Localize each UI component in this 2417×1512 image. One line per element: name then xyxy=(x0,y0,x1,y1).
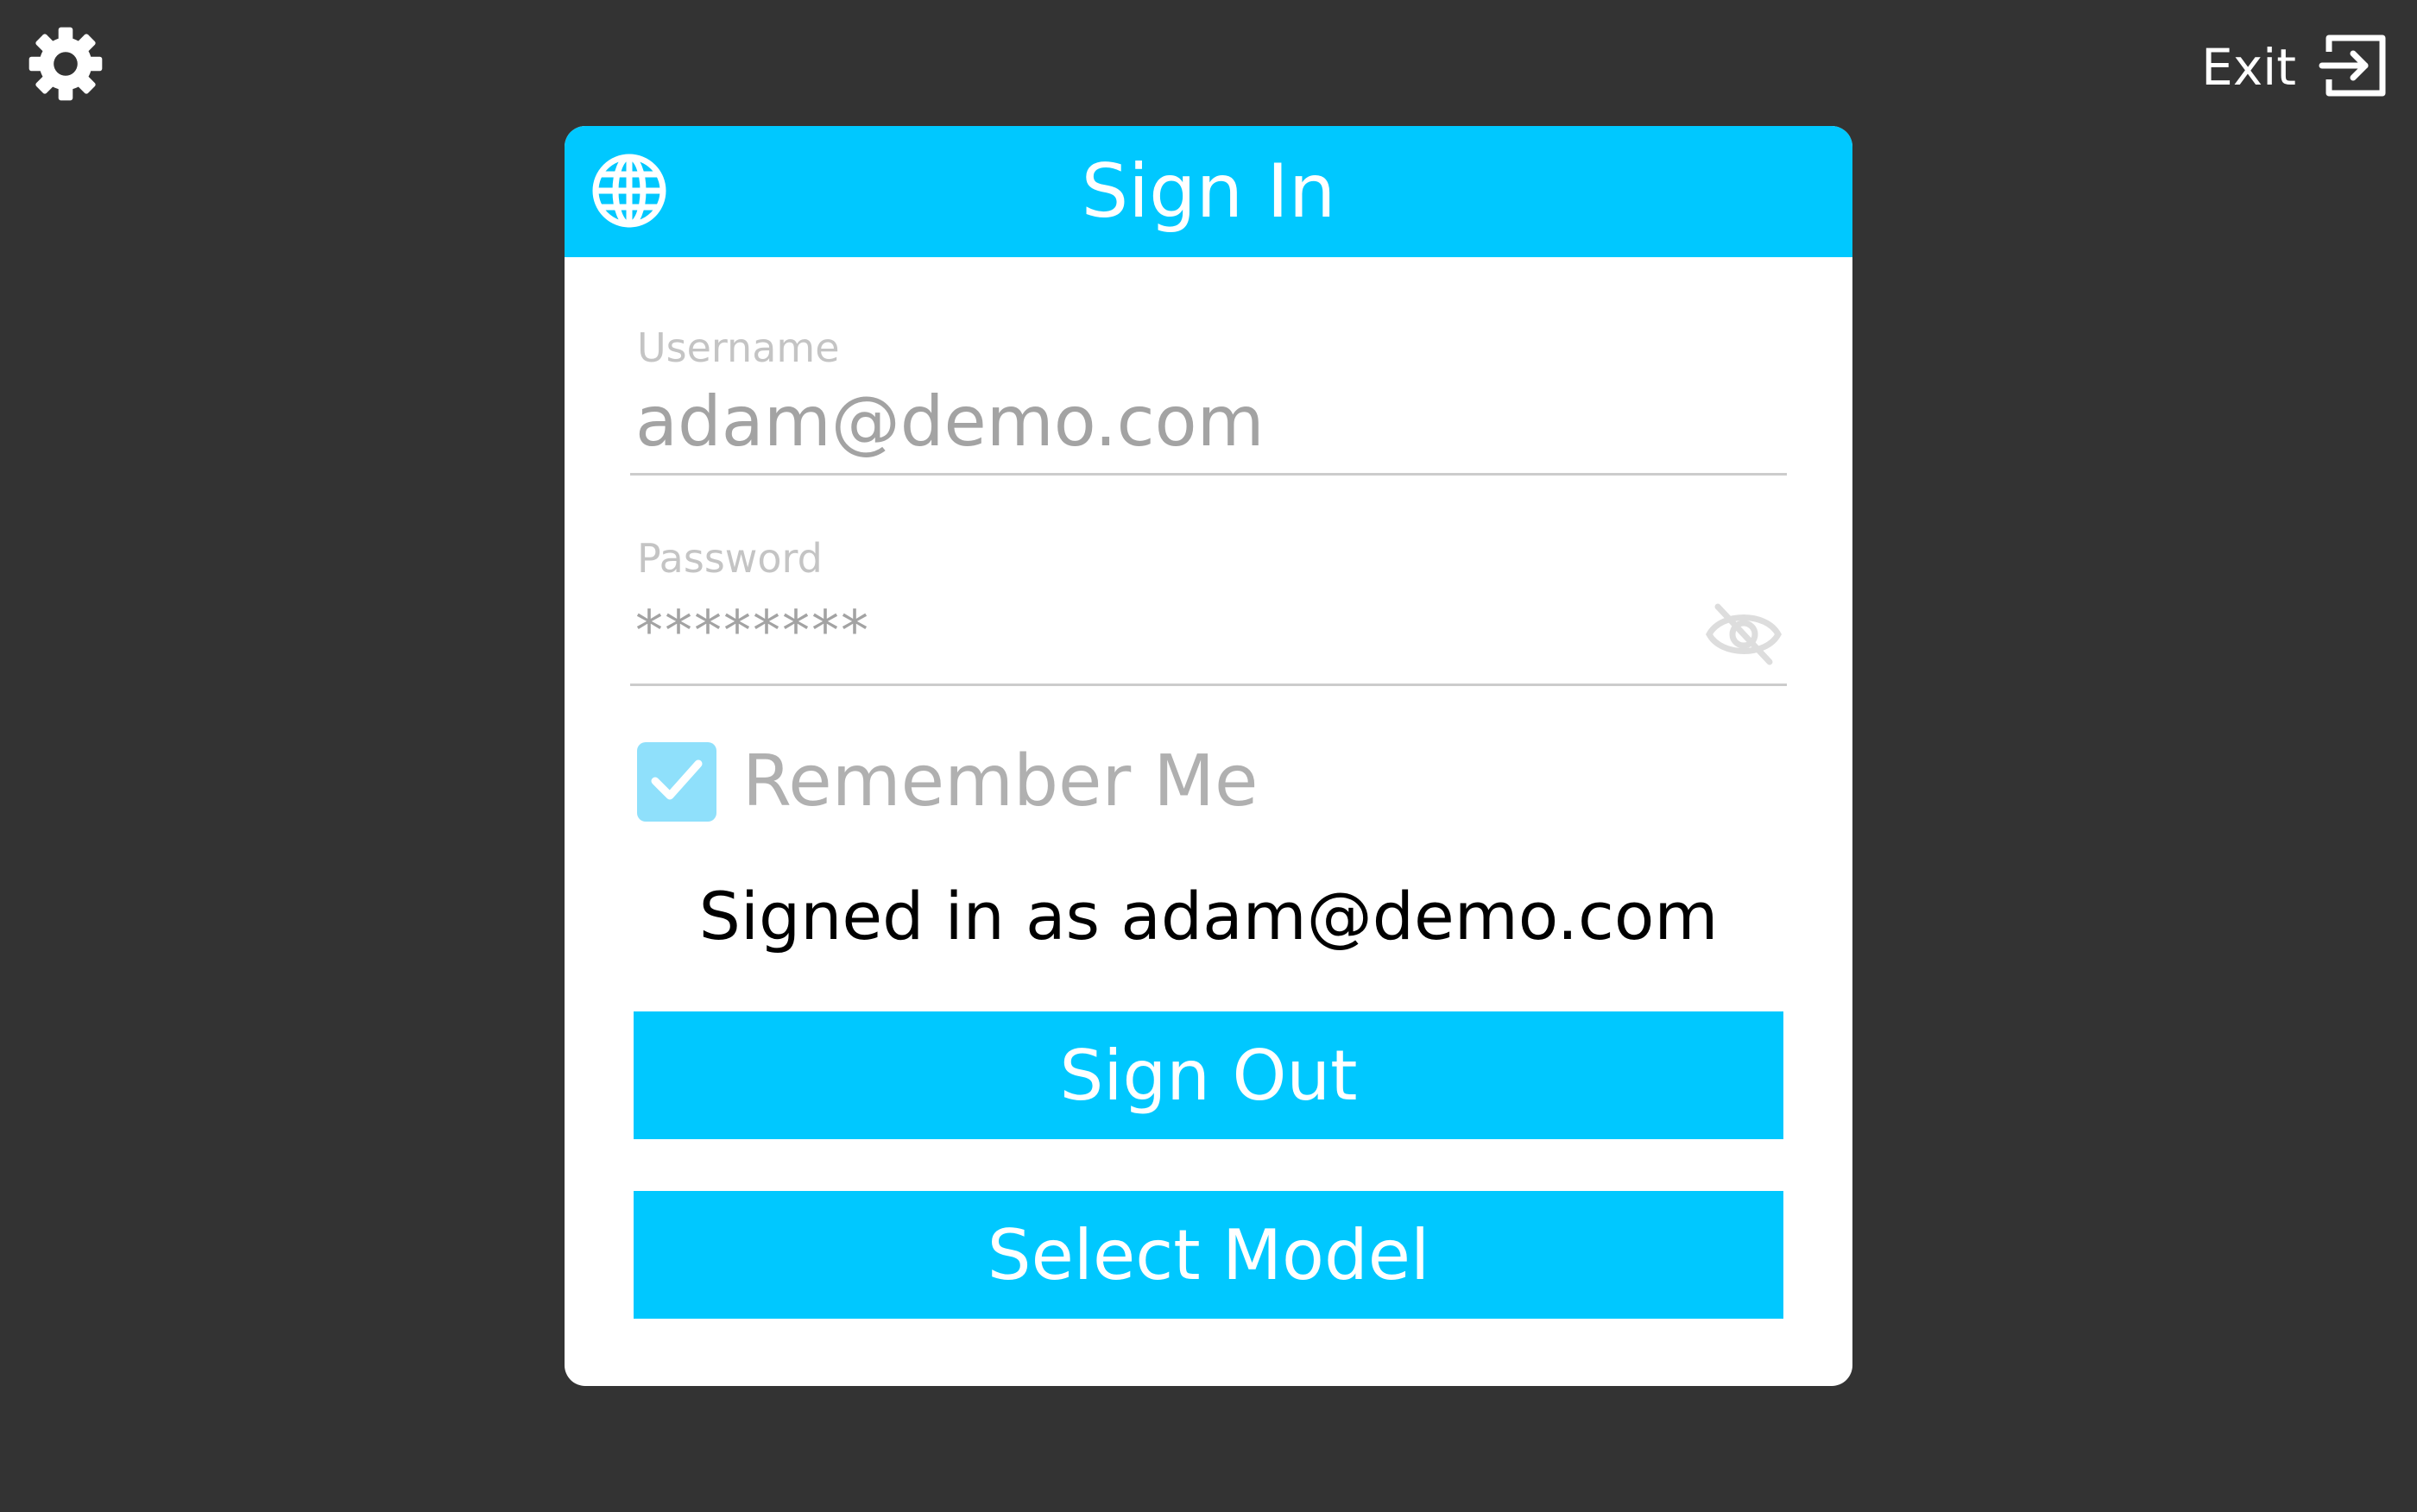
select-model-button[interactable]: Select Model xyxy=(634,1191,1783,1319)
remember-me-checkbox[interactable]: Remember Me xyxy=(637,740,1258,823)
settings-button[interactable] xyxy=(22,22,109,109)
username-field: Username xyxy=(630,328,1787,476)
remember-me-box[interactable] xyxy=(637,742,716,822)
check-icon xyxy=(648,752,705,812)
signed-in-status: Signed in as adam@demo.com xyxy=(698,878,1719,954)
globe-icon xyxy=(591,153,667,232)
username-label: Username xyxy=(637,324,840,371)
exit-button[interactable]: Exit xyxy=(2201,26,2391,109)
password-input[interactable] xyxy=(630,590,1787,673)
sign-in-screen: Exit Sign In Username adam@demo.com Pass… xyxy=(0,0,2417,1512)
password-label: Password xyxy=(637,535,823,582)
password-field: Password xyxy=(630,539,1787,686)
language-button[interactable] xyxy=(590,154,668,231)
gear-icon xyxy=(26,24,105,107)
dialog-header: Sign In xyxy=(565,126,1852,257)
sign-out-button[interactable]: Sign Out xyxy=(634,1011,1783,1139)
dialog-title: Sign In xyxy=(1081,148,1336,235)
toggle-password-visibility-button[interactable] xyxy=(1701,597,1787,675)
remember-me-label: Remember Me xyxy=(742,740,1259,822)
exit-label: Exit xyxy=(2201,38,2296,97)
exit-icon xyxy=(2319,29,2391,105)
username-input[interactable] xyxy=(630,376,1787,466)
sign-in-dialog: Sign In Username Password xyxy=(565,126,1852,1386)
eye-off-icon xyxy=(1704,600,1783,672)
